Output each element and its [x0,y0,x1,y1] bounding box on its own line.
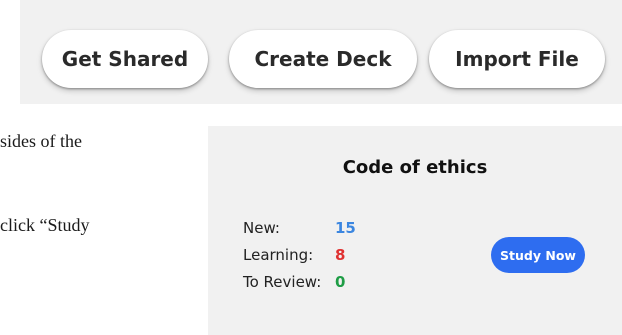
stat-learning: Learning: 8 [243,246,345,264]
deck-card: Code of ethics New: 15 Learning: 8 To Re… [208,126,622,335]
stat-new-value: 15 [335,219,356,237]
stat-learning-value: 8 [335,246,346,264]
stat-to-review: To Review: 0 [243,273,345,291]
toolbar: Get Shared Create Deck Import File [20,0,622,104]
stat-learning-label: Learning: [243,246,314,264]
document-text-line: click “Study [0,215,90,235]
stat-new: New: 15 [243,219,356,237]
stat-to-review-value: 0 [335,273,346,291]
import-file-button[interactable]: Import File [429,30,605,88]
document-text-line: sides of the [0,131,82,151]
get-shared-button[interactable]: Get Shared [42,30,208,88]
study-now-button[interactable]: Study Now [491,237,585,273]
deck-title: Code of ethics [342,157,488,178]
stat-new-label: New: [243,219,280,237]
create-deck-button[interactable]: Create Deck [229,30,417,88]
stat-to-review-label: To Review: [243,273,322,291]
